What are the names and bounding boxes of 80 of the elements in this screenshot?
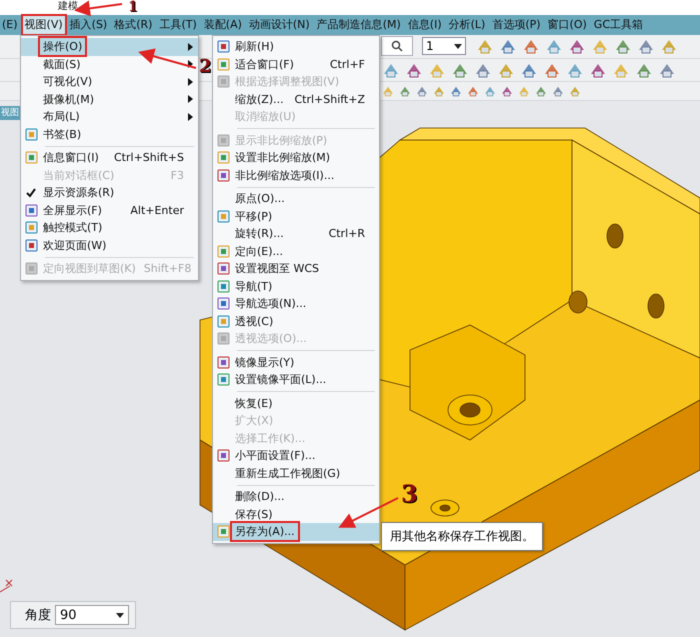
menu-bar-item[interactable]: 信息(I) (406, 16, 444, 34)
submenu-arrow-icon (188, 42, 192, 51)
angle-label: 角度 (25, 607, 51, 624)
menu-bar-item[interactable]: 动画设计(N) (246, 16, 312, 34)
step-number: 1 (128, 0, 138, 14)
submenu-arrow-icon (188, 95, 192, 104)
menu-item[interactable]: 小平面设置(F)... (213, 447, 379, 464)
tooltip: 用其他名称保存工作视图。 (381, 522, 543, 551)
menu-item[interactable]: 刷新(H) (213, 38, 379, 56)
hole-drawing (606, 224, 624, 248)
angle-dropdown[interactable]: 90 (55, 605, 129, 626)
submenu-arrow-icon (188, 60, 192, 68)
menu-bar-item[interactable]: (E) (0, 16, 20, 34)
submenu-arrow-icon (188, 78, 192, 86)
search-icon (391, 40, 403, 52)
menu-bar-item[interactable]: 插入(S) (68, 16, 110, 34)
axis-triad-icon (0, 580, 12, 593)
toolbar-icon[interactable] (398, 84, 412, 98)
toolbar-icon[interactable] (449, 84, 463, 98)
menu-item[interactable]: 信息窗口(I) Ctrl+Shift+S (21, 149, 198, 166)
menu-item[interactable]: 触控模式(T) (21, 219, 198, 236)
toolbar-icon[interactable] (466, 84, 480, 98)
menu-item[interactable]: 镜像显示(Y) (213, 354, 379, 371)
caret-icon (454, 44, 462, 49)
menu-bar-item[interactable]: 格式(R) (112, 16, 154, 34)
menu-item[interactable]: 透视(C) (213, 312, 379, 330)
menu-item[interactable]: 显示资源条(R) (21, 184, 198, 202)
counterbore-hole-drawing (448, 394, 492, 426)
menu-item[interactable]: 恢复(E) (213, 394, 379, 412)
menu-bar-item[interactable]: 产品制造信息(M) (314, 16, 403, 34)
menu-item[interactable]: 缩放(Z)... Ctrl+Shift+Z (213, 90, 379, 108)
menu-item[interactable]: 操作(O) (21, 38, 198, 56)
menu-item[interactable]: 全屏显示(F) Alt+Enter (21, 202, 198, 219)
menu-item[interactable]: 非比例缩放选项(I)... (213, 166, 379, 184)
menu-bar-item[interactable]: 窗口(O) (546, 16, 589, 34)
menu-item[interactable]: 删除(D)... (213, 488, 379, 506)
toolbar-icon[interactable] (534, 84, 548, 98)
menu-bar-item[interactable]: 分析(L) (446, 16, 488, 34)
menu-item[interactable]: 旋转(R)... Ctrl+R (213, 225, 379, 242)
menu-bar-item[interactable]: GC工具箱 (592, 16, 646, 34)
menu-item[interactable]: 设置非比例缩放(M) (213, 149, 379, 166)
menu-item[interactable]: 适合窗口(F) Ctrl+F (213, 56, 379, 73)
menu-bar-item[interactable]: 装配(A) (202, 16, 244, 34)
menu-item[interactable]: 布局(L) (21, 108, 198, 126)
menu-item[interactable]: 摄像机(M) (21, 90, 198, 108)
hole-drawing (568, 290, 588, 314)
menu-bar-item[interactable]: 工具(T) (157, 16, 199, 34)
submenu-arrow-icon (188, 112, 192, 121)
toolbar-icon[interactable] (483, 84, 497, 98)
menu-item[interactable]: 书签(B) (21, 126, 198, 143)
menu-item[interactable]: 重新生成工作视图(G) (213, 464, 379, 482)
menu-item[interactable]: 导航选项(N)... (213, 295, 379, 312)
menu-item[interactable]: 保存(S) (213, 506, 379, 523)
counterbore-hole-drawing (430, 500, 460, 516)
caret-icon (116, 612, 124, 618)
menu-item[interactable]: 原点(O)... (213, 190, 379, 208)
annotation-arrow (338, 497, 398, 528)
menu-item[interactable]: 另存为(A)... (213, 523, 379, 540)
menu-item[interactable]: 可视化(V) (21, 73, 198, 90)
menu-item[interactable]: 截面(S) (21, 56, 198, 73)
step-number: 3 (401, 482, 418, 506)
window-title: 建模 (58, 1, 78, 14)
toolbar-icon[interactable] (551, 84, 565, 98)
toolbar-icon[interactable] (500, 84, 514, 98)
menu-bar-item[interactable]: 首选项(P) (490, 16, 543, 34)
menu-item[interactable]: 设置视图至 WCS (213, 260, 379, 278)
menu-item[interactable]: 导航(T) (213, 278, 379, 295)
toolbar-icon[interactable] (432, 84, 446, 98)
menu-item[interactable]: 欢迎页面(W) (21, 236, 198, 254)
toolbar-icon[interactable] (568, 84, 582, 98)
menu-item[interactable]: 定向(E)... (213, 242, 379, 260)
step-number: 2 (199, 58, 212, 76)
annotation-arrow (138, 48, 196, 69)
hole-drawing (648, 294, 664, 318)
toolbar-icon[interactable] (415, 84, 429, 98)
layer-dropdown[interactable]: 1 (422, 37, 466, 56)
menu-bar-item[interactable]: 视图(V) (22, 16, 65, 34)
menu-item[interactable]: 平移(P) (213, 208, 379, 225)
menu-item[interactable]: 设置镜像平面(L)... (213, 371, 379, 388)
search-field[interactable] (381, 36, 413, 56)
